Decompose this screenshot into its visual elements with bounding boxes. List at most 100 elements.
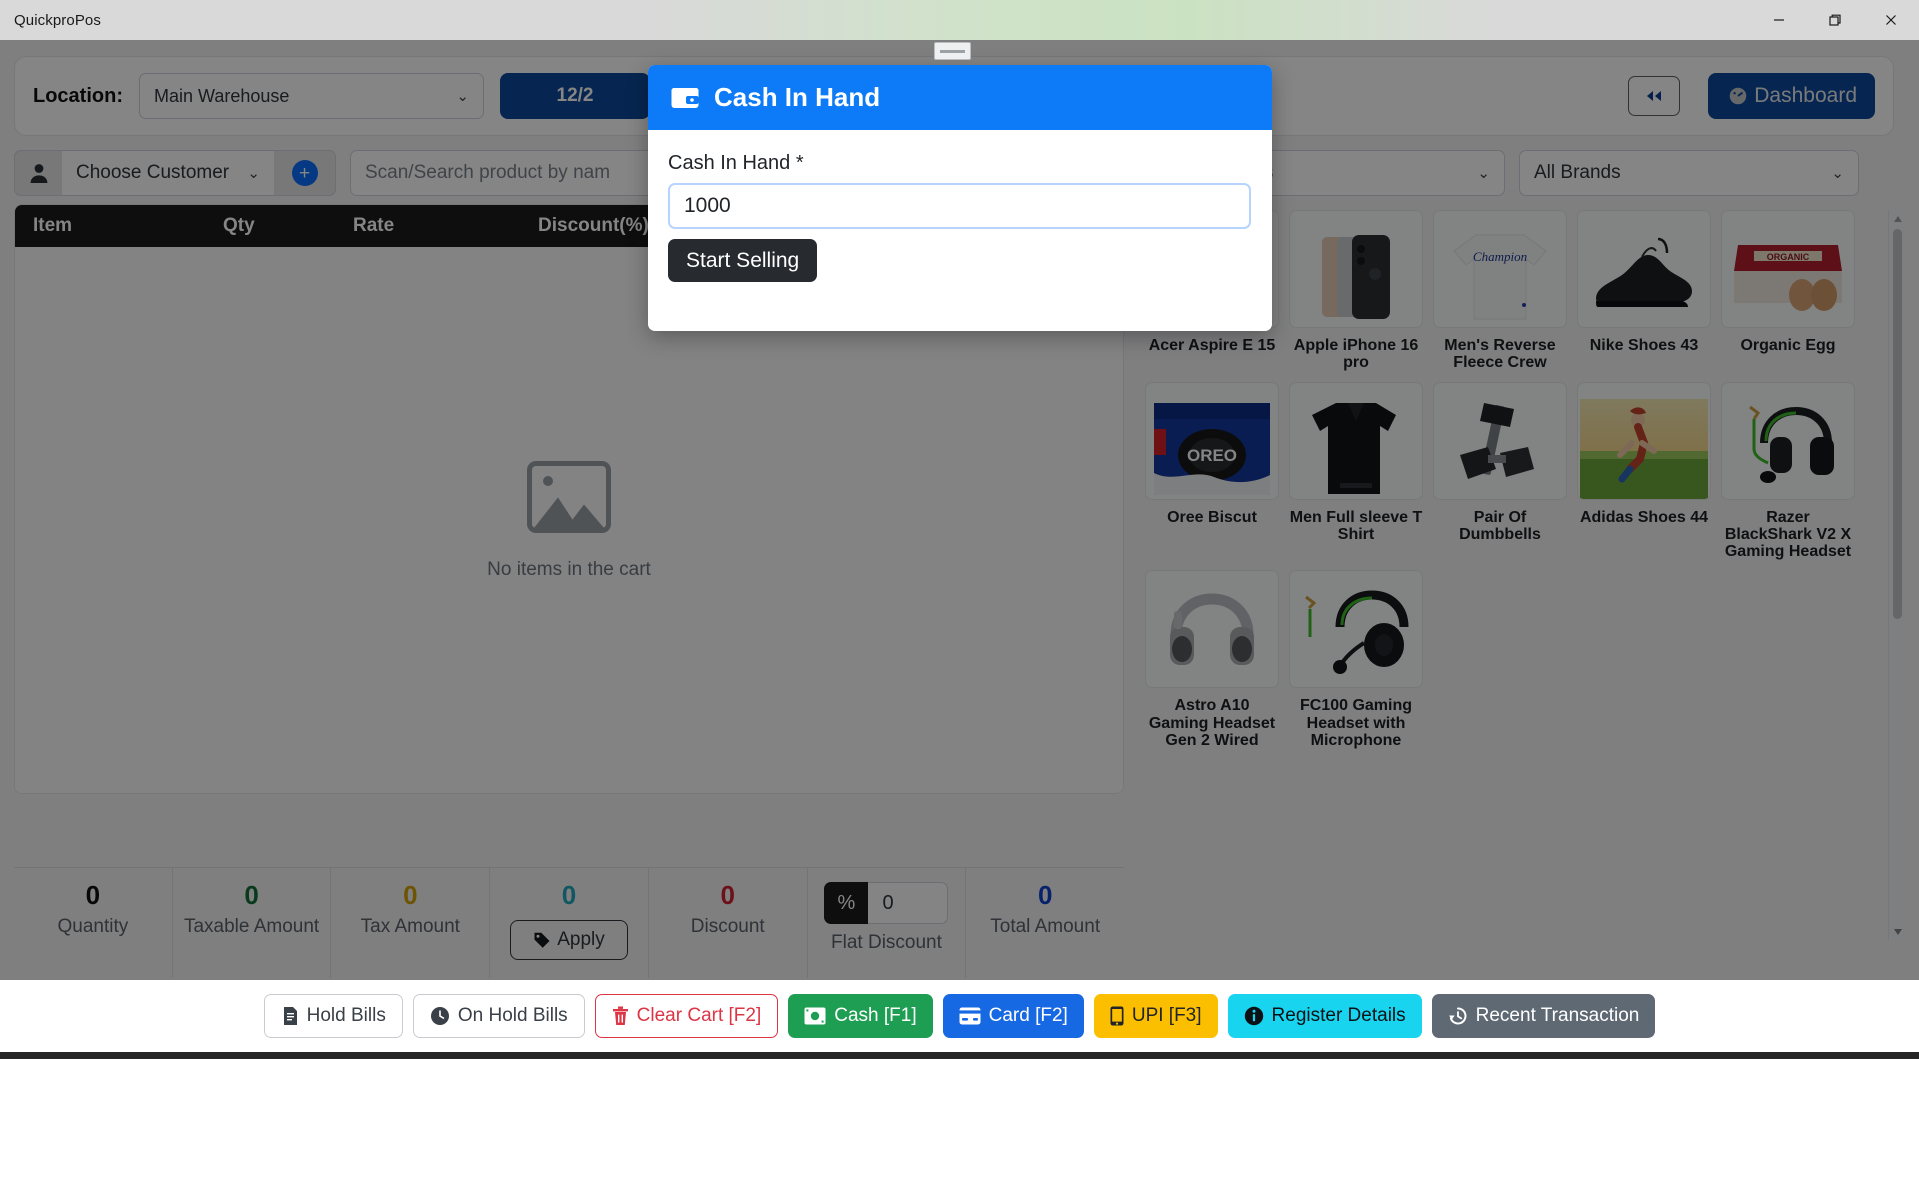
location-select[interactable]: Main Warehouse ⌄ — [139, 73, 484, 119]
summary-flat-discount-label: Flat Discount — [831, 932, 942, 953]
plus-icon: + — [291, 160, 318, 186]
product-image-icon — [1292, 399, 1420, 499]
column-header-item: Item — [33, 215, 73, 236]
scroll-down-arrow-icon[interactable] — [1889, 923, 1905, 940]
product-card[interactable]: Pair Of Dumbbells — [1428, 381, 1572, 561]
product-card[interactable]: Apple iPhone 16 pro — [1284, 210, 1428, 372]
action-hold-bills-button[interactable]: Hold Bills — [263, 994, 403, 1038]
product-card[interactable]: Champion Men's Reverse Fleece Crew — [1428, 210, 1572, 372]
chevron-down-icon: ⌄ — [247, 165, 260, 182]
product-card[interactable]: Astro A10 Gaming Headset Gen 2 Wired — [1140, 570, 1284, 749]
action-card-f2-button[interactable]: Card [F2] — [942, 994, 1084, 1038]
product-name: Men's Reverse Fleece Crew — [1444, 337, 1556, 372]
bottom-blank-area — [0, 1059, 1919, 1197]
action-button-label: Card [F2] — [988, 1005, 1068, 1026]
product-thumbnail — [1289, 570, 1423, 689]
action-bar: Hold Bills On Hold Bills Clear Cart [F2] Ca… — [0, 980, 1919, 1052]
gauge-icon — [1728, 86, 1749, 106]
product-name: Nike Shoes 43 — [1589, 337, 1699, 354]
percent-icon[interactable]: % — [824, 882, 869, 924]
column-header-qty: Qty — [223, 215, 255, 236]
start-selling-button[interactable]: Start Selling — [668, 239, 818, 282]
chevron-down-icon: ⌄ — [456, 88, 469, 105]
money-icon — [804, 1007, 826, 1025]
double-chevron-left-icon — [1647, 91, 1662, 101]
flat-discount-input[interactable]: 0 — [868, 882, 949, 924]
flat-discount-group: % 0 — [824, 882, 949, 924]
add-customer-button[interactable]: + — [274, 150, 336, 196]
summary-tax-value: 0 — [403, 880, 418, 910]
action-cash-f1-button[interactable]: Cash [F1] — [788, 994, 933, 1038]
trash-icon — [612, 1006, 629, 1026]
product-thumbnail: ORGANIC — [1721, 210, 1855, 328]
scroll-up-arrow-icon[interactable] — [1889, 210, 1905, 227]
product-name: Oree Biscut — [1167, 508, 1257, 526]
apply-coupon-button[interactable]: Apply — [510, 920, 628, 960]
modal-body: Cash In Hand * 1000 Start Selling — [648, 130, 1272, 282]
brand-filter-value: All Brands — [1534, 162, 1621, 183]
cart-empty-message: No items in the cart — [487, 559, 651, 580]
product-name: Organic Egg — [1740, 337, 1836, 354]
dashboard-button[interactable]: Dashboard — [1708, 73, 1875, 119]
product-card[interactable]: Adidas Shoes 44 — [1572, 381, 1716, 561]
document-icon — [281, 1006, 299, 1026]
apply-button-label: Apply — [557, 929, 605, 950]
modal-title: Cash In Hand — [714, 82, 881, 112]
summary-total-amount: 0 Total Amount — [966, 868, 1124, 978]
product-card[interactable]: Razer BlackShark V2 X Gaming Headset — [1716, 381, 1860, 561]
bottom-divider — [0, 1052, 1919, 1059]
summary-taxable-value: 0 — [244, 880, 259, 910]
brand-filter-select[interactable]: All Brands ⌄ — [1519, 150, 1859, 196]
minimize-button[interactable] — [1751, 0, 1807, 40]
close-button[interactable] — [1863, 0, 1919, 40]
window-controls — [1751, 0, 1919, 40]
summary-quantity: 0 Quantity — [14, 868, 173, 978]
product-thumbnail — [1577, 381, 1711, 500]
customer-select[interactable]: Choose Customer ⌄ — [62, 150, 274, 196]
products-scrollbar[interactable] — [1888, 210, 1905, 940]
summary-coupon: 0 Apply — [490, 868, 649, 978]
action-register-details-button[interactable]: Register Details — [1227, 994, 1422, 1038]
user-icon — [30, 164, 47, 183]
card-icon — [959, 1007, 981, 1025]
product-card[interactable]: FC100 Gaming Headset with Microphone — [1284, 570, 1428, 749]
product-card[interactable]: OREO Oree Biscut — [1140, 381, 1284, 561]
cash-in-hand-input[interactable]: 1000 — [668, 183, 1251, 229]
product-card[interactable]: Men Full sleeve T Shirt — [1284, 381, 1428, 561]
product-name: Pair Of Dumbbells — [1459, 508, 1541, 543]
summary-flat-discount: % 0 Flat Discount — [808, 868, 967, 978]
chevron-down-icon: ⌄ — [1477, 165, 1490, 182]
summary-tax-amount: 0 Tax Amount — [331, 868, 491, 978]
summary-taxable-label: Taxable Amount — [183, 916, 320, 937]
product-name: Apple iPhone 16 pro — [1293, 337, 1419, 372]
action-on-hold-bills-button[interactable]: On Hold Bills — [412, 994, 585, 1038]
product-name: Adidas Shoes 44 — [1579, 508, 1709, 526]
column-header-rate: Rate — [353, 215, 395, 236]
product-image-icon — [1580, 398, 1708, 499]
action-recent-transaction-button[interactable]: Recent Transaction — [1431, 994, 1656, 1038]
summary-discount-value: 0 — [720, 880, 735, 910]
info-icon — [1244, 1006, 1264, 1026]
scrollbar-thumb[interactable] — [1893, 229, 1902, 619]
product-card[interactable]: ORGANIC Organic Egg — [1716, 210, 1860, 372]
product-thumbnail — [1433, 381, 1567, 500]
wallet-icon — [671, 87, 699, 108]
product-image-icon — [1148, 587, 1276, 687]
maximize-button[interactable] — [1807, 0, 1863, 40]
date-button[interactable]: 12/2 — [500, 73, 650, 119]
product-name: Acer Aspire E 15 — [1148, 337, 1276, 354]
modal-drag-handle[interactable] — [934, 42, 971, 60]
product-name: FC100 Gaming Headset with Microphone — [1299, 697, 1413, 749]
customer-icon-button[interactable] — [14, 150, 62, 196]
cart-summary-strip: 0 Quantity 0 Taxable Amount 0 Tax Amount… — [14, 867, 1124, 978]
customer-select-value: Choose Customer — [76, 162, 230, 183]
mobile-icon — [1110, 1006, 1124, 1026]
cash-in-hand-modal: Cash In Hand Cash In Hand * 1000 Start S… — [648, 65, 1272, 331]
action-clear-cart-f2-button[interactable]: Clear Cart [F2] — [594, 994, 779, 1038]
location-label: Location: — [33, 84, 123, 107]
action-button-label: Clear Cart [F2] — [636, 1005, 762, 1026]
product-thumbnail — [1289, 381, 1423, 500]
collapse-sidebar-button[interactable] — [1628, 76, 1681, 116]
action-upi-f3-button[interactable]: UPI [F3] — [1093, 994, 1218, 1038]
product-card[interactable]: Nike Shoes 43 — [1572, 210, 1716, 372]
